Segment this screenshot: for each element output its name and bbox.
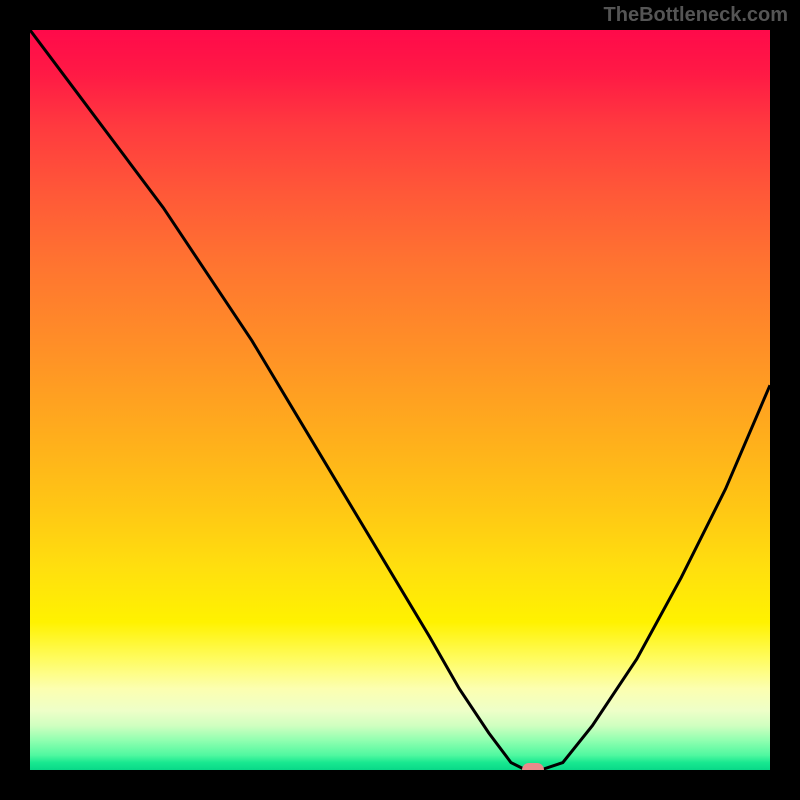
selected-point-marker [522, 763, 544, 770]
plot-area [30, 30, 770, 770]
curve-path [30, 30, 770, 770]
chart-container: TheBottleneck.com [0, 0, 800, 800]
watermark-text: TheBottleneck.com [604, 4, 788, 27]
bottleneck-curve [30, 30, 770, 770]
